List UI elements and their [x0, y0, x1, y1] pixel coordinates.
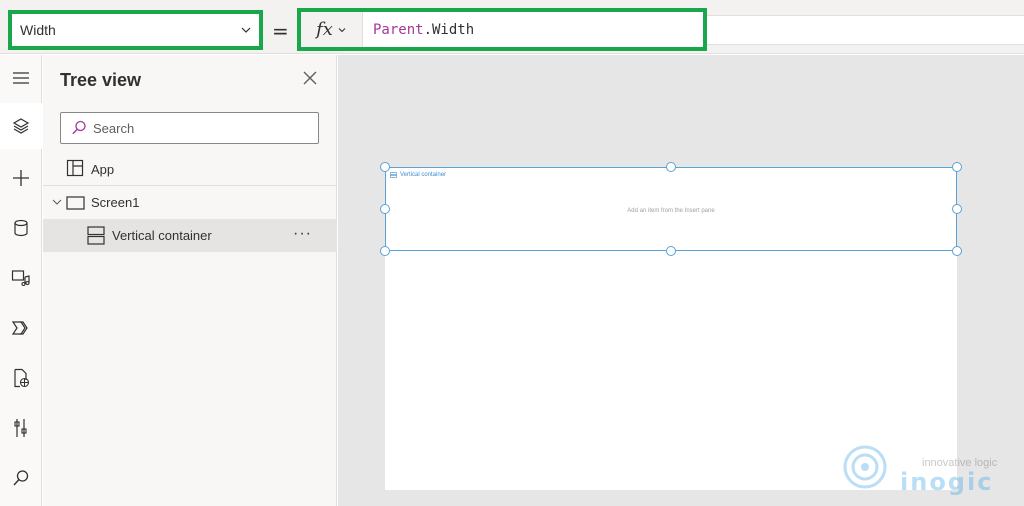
- app-icon: [66, 159, 84, 177]
- close-icon[interactable]: [301, 69, 319, 87]
- plus-icon: [13, 170, 29, 186]
- tools-icon: [14, 419, 27, 437]
- vertical-container-icon: [87, 226, 105, 245]
- advanced-tools-button[interactable]: [0, 355, 42, 401]
- media-button[interactable]: [0, 255, 42, 301]
- watermark-brand: inogic: [900, 468, 994, 496]
- search-button[interactable]: [0, 455, 42, 501]
- resize-handle-top[interactable]: [666, 162, 676, 172]
- tree-search-input[interactable]: Search: [60, 112, 319, 144]
- tree-view-button[interactable]: [0, 103, 42, 149]
- search-icon: [72, 120, 86, 135]
- container-label: Vertical container: [390, 172, 446, 178]
- formula-input-extension[interactable]: [707, 15, 1024, 45]
- power-automate-icon: [11, 321, 28, 335]
- container-label-text: Vertical container: [400, 172, 447, 178]
- vertical-container-icon: [390, 172, 397, 178]
- more-options-button[interactable]: ···: [293, 225, 312, 243]
- hamburger-icon: [13, 72, 29, 84]
- tree-item-label: Screen1: [91, 195, 140, 210]
- resize-handle-bottom-right[interactable]: [952, 246, 962, 256]
- vertical-container-control[interactable]: Vertical container Add an item from the …: [385, 167, 957, 251]
- inogic-logo-icon: [843, 445, 887, 489]
- left-rail: [0, 55, 42, 506]
- tools-button[interactable]: [0, 405, 42, 451]
- formula-keyword: Parent: [373, 22, 424, 38]
- database-icon: [14, 219, 28, 237]
- equals-sign: =: [272, 19, 289, 43]
- insert-button[interactable]: [0, 155, 42, 201]
- formula-bar: Width = fx Parent.Width: [0, 0, 1024, 54]
- tree-item-vertical-container[interactable]: Vertical container ···: [43, 219, 337, 252]
- tree-view-title: Tree view: [60, 70, 142, 90]
- fx-icon: fx: [316, 19, 333, 40]
- search-icon: [13, 470, 29, 486]
- power-automate-button[interactable]: [0, 305, 42, 351]
- resize-handle-left[interactable]: [380, 204, 390, 214]
- resize-handle-right[interactable]: [952, 204, 962, 214]
- tree-item-label: App: [91, 161, 115, 177]
- screen-icon: [66, 196, 85, 210]
- inogic-watermark: innovative logic inogic: [838, 440, 1018, 496]
- formula-input[interactable]: Parent.Width: [373, 22, 474, 38]
- tree-item-app[interactable]: App: [43, 153, 337, 186]
- media-icon: [11, 270, 30, 287]
- formula-input-area: fx Parent.Width: [297, 8, 707, 51]
- resize-handle-top-right[interactable]: [952, 162, 962, 172]
- tree-item-screen1[interactable]: Screen1: [43, 186, 337, 219]
- chevron-down-icon: [338, 27, 346, 32]
- menu-button[interactable]: [0, 55, 42, 101]
- property-dropdown[interactable]: Width: [8, 10, 263, 50]
- power-apps-studio: Width = fx Parent.Width Tree view Search…: [0, 0, 1024, 506]
- container-empty-hint: Add an item from the Insert pane: [627, 208, 715, 214]
- design-canvas: Vertical container Add an item from the …: [338, 55, 1024, 506]
- resize-handle-top-left[interactable]: [380, 162, 390, 172]
- chevron-down-icon: [241, 27, 251, 33]
- resize-handle-bottom-left[interactable]: [380, 246, 390, 256]
- data-button[interactable]: [0, 205, 42, 251]
- tree-item-label: Vertical container: [112, 228, 212, 243]
- function-button[interactable]: fx: [301, 12, 363, 47]
- layers-icon: [12, 118, 30, 134]
- resize-handle-bottom[interactable]: [666, 246, 676, 256]
- search-placeholder: Search: [93, 120, 135, 136]
- globe-document-icon: [14, 368, 30, 388]
- formula-remainder: .Width: [423, 22, 475, 38]
- property-dropdown-value: Width: [20, 22, 56, 38]
- chevron-down-icon[interactable]: [51, 196, 63, 208]
- tree-view-panel: Tree view Search App Screen1 Vertical co…: [43, 55, 337, 506]
